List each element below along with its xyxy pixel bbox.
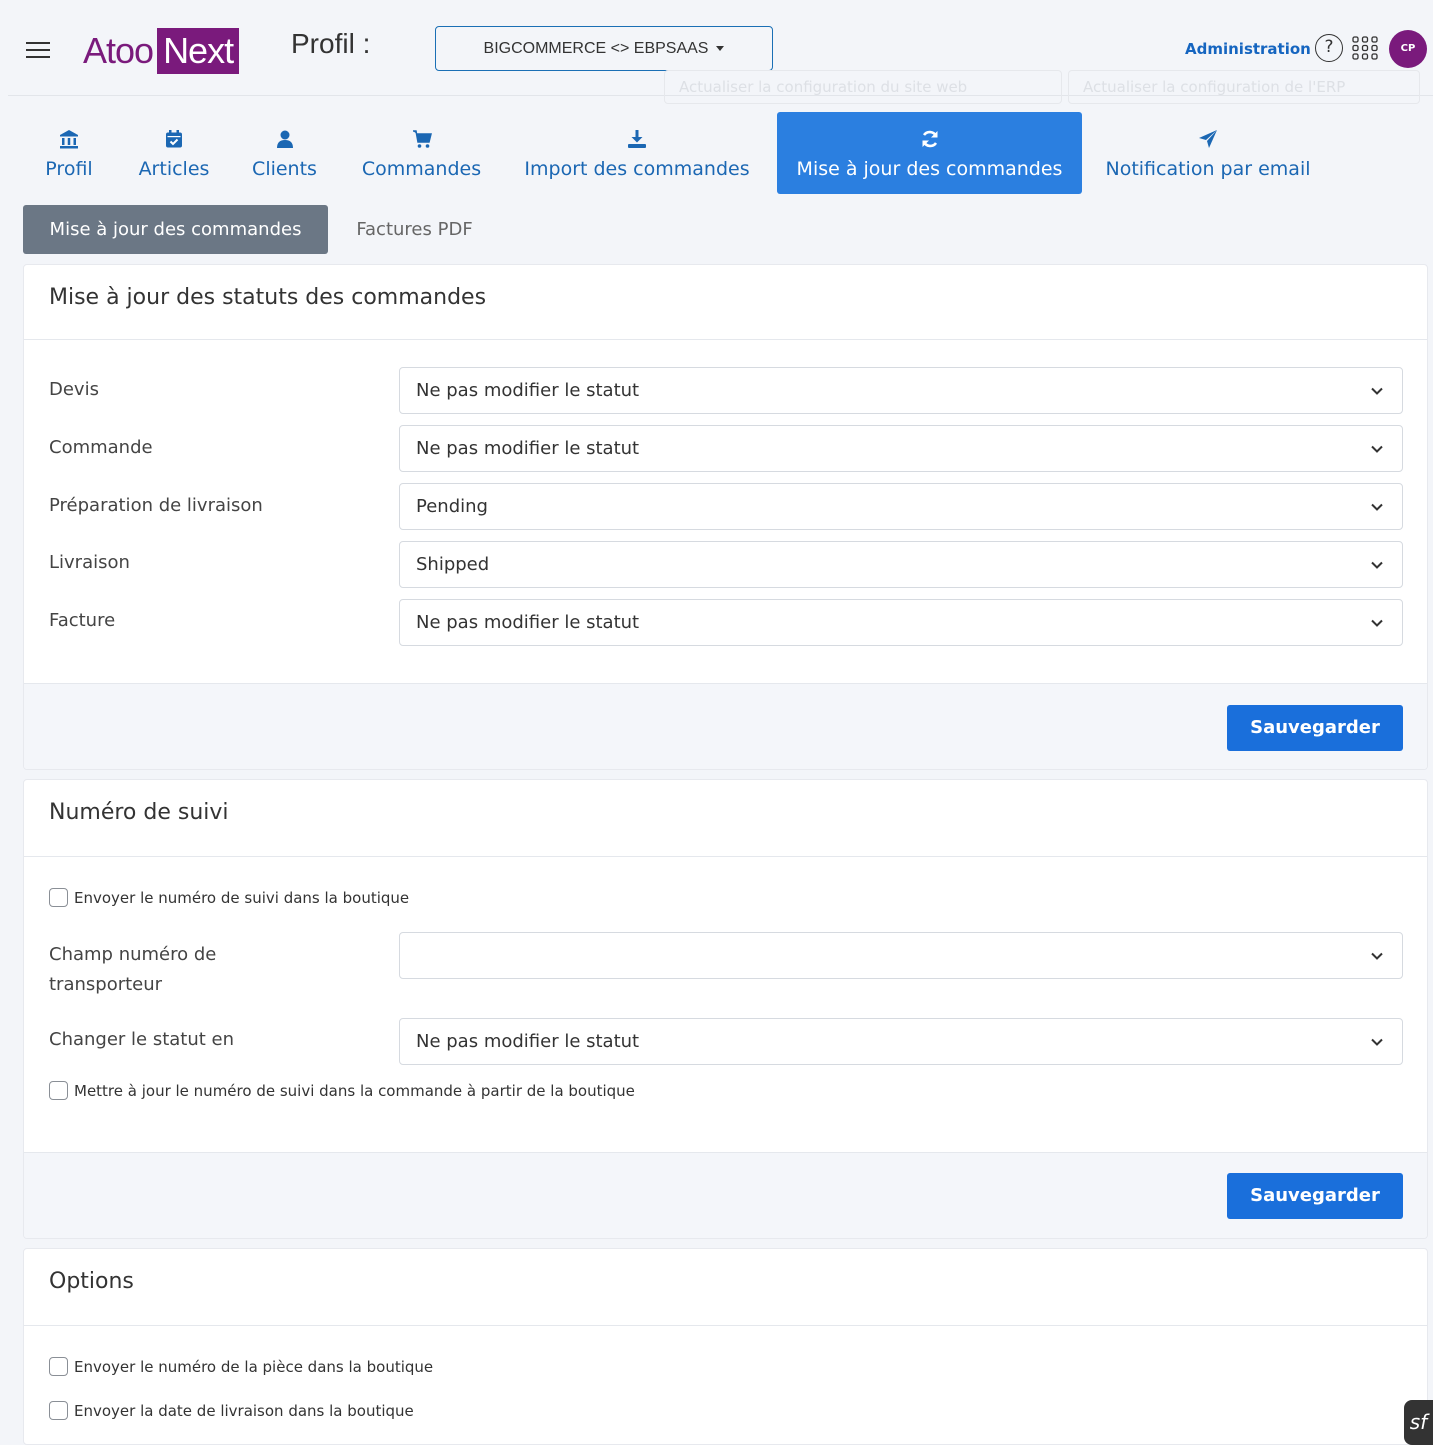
send-icon bbox=[1093, 126, 1323, 152]
card-title: Numéro de suivi bbox=[49, 800, 229, 825]
symfony-toolbar-icon[interactable]: sf bbox=[1404, 1400, 1433, 1445]
select-value: Ne pas modifier le statut bbox=[416, 1031, 640, 1052]
label-facture: Facture bbox=[49, 610, 116, 631]
tab-label: Profil bbox=[45, 158, 93, 180]
label-change-status: Changer le statut en bbox=[49, 1029, 235, 1050]
label-preparation-livraison: Préparation de livraison bbox=[49, 495, 263, 516]
label-commande: Commande bbox=[49, 437, 153, 458]
select-commande[interactable]: Ne pas modifier le statut bbox=[399, 425, 1403, 472]
select-devis[interactable]: Ne pas modifier le statut bbox=[399, 367, 1403, 414]
label-devis: Devis bbox=[49, 379, 99, 400]
help-icon[interactable]: ? bbox=[1315, 34, 1343, 62]
tab-mise-a-jour-commandes[interactable]: Mise à jour des commandes bbox=[777, 112, 1082, 194]
bank-icon bbox=[23, 126, 115, 152]
card-footer bbox=[24, 683, 1427, 769]
logo[interactable]: Atoo Next bbox=[83, 26, 240, 76]
send-tracking-checkbox[interactable]: Envoyer le numéro de suivi dans la bouti… bbox=[49, 888, 409, 907]
avatar[interactable]: CP bbox=[1389, 30, 1427, 68]
select-value: Ne pas modifier le statut bbox=[416, 612, 640, 633]
logo-text: Atoo bbox=[83, 30, 154, 71]
label-carrier-field-line2: transporteur bbox=[49, 974, 163, 995]
checkbox[interactable] bbox=[49, 1081, 68, 1100]
menu-icon[interactable] bbox=[26, 42, 50, 60]
divider bbox=[24, 1325, 1427, 1326]
select-value: Ne pas modifier le statut bbox=[416, 438, 640, 459]
send-piece-number-checkbox[interactable]: Envoyer le numéro de la pièce dans la bo… bbox=[49, 1357, 433, 1376]
checkbox[interactable] bbox=[49, 1401, 68, 1420]
card-footer bbox=[24, 1152, 1427, 1238]
chevron-down-icon bbox=[1371, 561, 1383, 569]
tab-label: Articles bbox=[138, 158, 210, 180]
tab-label: Notification par email bbox=[1105, 158, 1311, 180]
select-livraison[interactable]: Shipped bbox=[399, 541, 1403, 588]
select-change-status[interactable]: Ne pas modifier le statut bbox=[399, 1018, 1403, 1065]
chevron-down-icon bbox=[1371, 387, 1383, 395]
tab-notification-email[interactable]: Notification par email bbox=[1093, 112, 1323, 194]
cart-icon bbox=[348, 126, 495, 152]
checkbox[interactable] bbox=[49, 1357, 68, 1376]
tab-import-commandes[interactable]: Import des commandes bbox=[513, 112, 761, 194]
divider bbox=[24, 339, 1427, 340]
tracking-card: Numéro de suivi Envoyer le numéro de sui… bbox=[23, 779, 1428, 1239]
administration-link[interactable]: Administration bbox=[1185, 40, 1311, 58]
tab-commandes[interactable]: Commandes bbox=[348, 112, 495, 194]
chevron-down-icon bbox=[1371, 1038, 1383, 1046]
user-icon bbox=[238, 126, 331, 152]
divider bbox=[24, 856, 1427, 857]
label-livraison: Livraison bbox=[49, 552, 130, 573]
label-carrier-field: Champ numéro de transporteur bbox=[49, 940, 216, 1000]
select-value: Ne pas modifier le statut bbox=[416, 380, 640, 401]
send-delivery-date-checkbox[interactable]: Envoyer la date de livraison dans la bou… bbox=[49, 1401, 414, 1420]
tab-label: Commandes bbox=[361, 158, 482, 180]
tab-articles[interactable]: Articles bbox=[126, 112, 222, 194]
options-card: Options Envoyer le numéro de la pièce da… bbox=[23, 1248, 1428, 1445]
select-preparation-livraison[interactable]: Pending bbox=[399, 483, 1403, 530]
chevron-down-icon bbox=[1371, 445, 1383, 453]
select-carrier-field[interactable] bbox=[399, 932, 1403, 979]
tab-clients[interactable]: Clients bbox=[238, 112, 331, 194]
profile-label: Profil : bbox=[291, 28, 371, 59]
tab-profil[interactable]: Profil bbox=[23, 112, 115, 194]
logo-badge: Next bbox=[157, 28, 240, 74]
select-value: Pending bbox=[416, 496, 488, 517]
chevron-down-icon bbox=[1371, 619, 1383, 627]
profile-dropdown-value: BIGCOMMERCE <> EBPSAAS bbox=[483, 39, 709, 57]
status-card: Mise à jour des statuts des commandes De… bbox=[23, 264, 1428, 770]
download-icon bbox=[513, 126, 761, 152]
subtab-mise-a-jour[interactable]: Mise à jour des commandes bbox=[23, 205, 328, 254]
card-title: Options bbox=[49, 1269, 134, 1294]
update-tracking-checkbox[interactable]: Mettre à jour le numéro de suivi dans la… bbox=[49, 1081, 635, 1100]
select-value: Shipped bbox=[416, 554, 490, 575]
chevron-down-icon bbox=[1371, 503, 1383, 511]
refresh-icon bbox=[777, 126, 1082, 152]
checkbox-label: Envoyer le numéro de suivi dans la bouti… bbox=[74, 888, 410, 907]
select-facture[interactable]: Ne pas modifier le statut bbox=[399, 599, 1403, 646]
save-button[interactable]: Sauvegarder bbox=[1227, 1173, 1403, 1219]
checkbox-label: Envoyer le numéro de la pièce dans la bo… bbox=[74, 1357, 434, 1376]
label-carrier-field-line1: Champ numéro de bbox=[49, 944, 217, 965]
checkbox-label: Mettre à jour le numéro de suivi dans la… bbox=[74, 1081, 635, 1100]
subtab-factures-pdf[interactable]: Factures PDF bbox=[333, 205, 496, 254]
card-title: Mise à jour des statuts des commandes bbox=[49, 285, 487, 310]
profile-dropdown[interactable]: BIGCOMMERCE <> EBPSAAS bbox=[435, 26, 773, 71]
tab-label: Import des commandes bbox=[524, 158, 750, 180]
save-button[interactable]: Sauvegarder bbox=[1227, 705, 1403, 751]
tab-label: Clients bbox=[252, 158, 317, 180]
caret-down-icon bbox=[716, 46, 725, 51]
tab-label: Mise à jour des commandes bbox=[796, 158, 1063, 180]
checkbox[interactable] bbox=[49, 888, 68, 907]
checkbox-label: Envoyer la date de livraison dans la bou… bbox=[74, 1401, 414, 1420]
top-bar: Atoo Next Profil : BIGCOMMERCE <> EBPSAA… bbox=[8, 8, 1433, 104]
calendar-check-icon bbox=[126, 126, 222, 152]
refresh-erp-config-button[interactable]: Actualiser la configuration de l'ERP bbox=[1068, 70, 1420, 104]
refresh-website-config-button[interactable]: Actualiser la configuration du site web bbox=[664, 70, 1062, 104]
chevron-down-icon bbox=[1371, 952, 1383, 960]
apps-grid-icon[interactable] bbox=[1351, 35, 1379, 61]
